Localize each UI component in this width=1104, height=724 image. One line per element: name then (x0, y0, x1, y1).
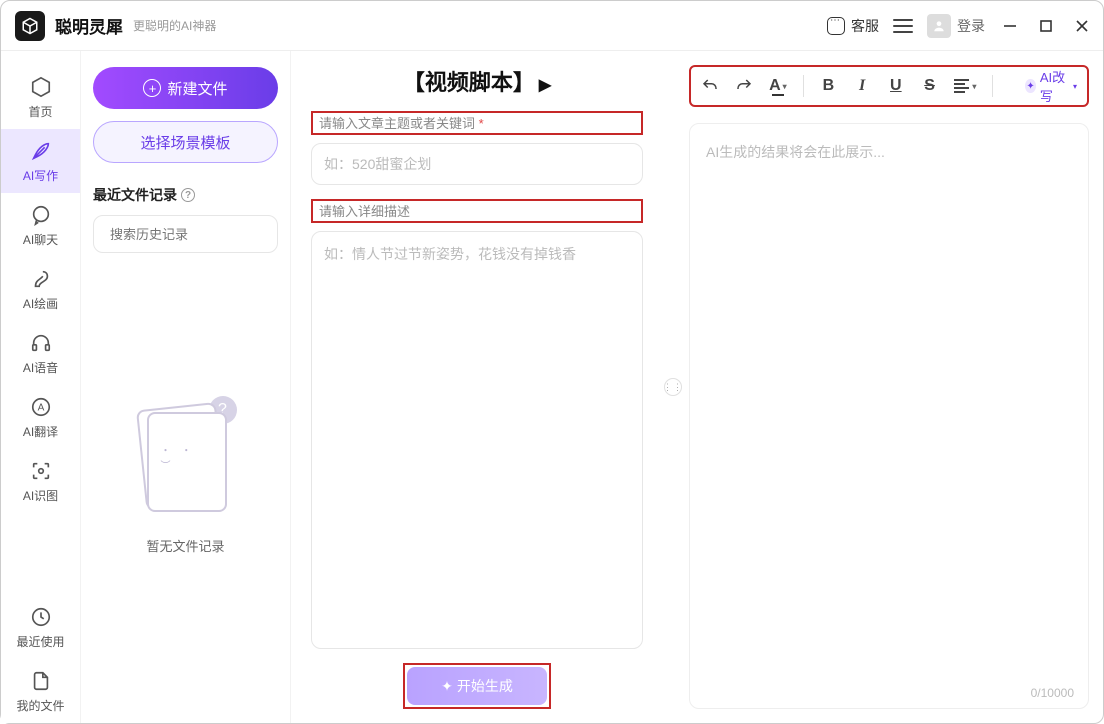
bold-button[interactable]: B (820, 75, 838, 97)
toolbar-divider (803, 75, 804, 97)
play-icon[interactable]: ▶ (539, 77, 551, 94)
customer-service-label: 客服 (851, 16, 879, 36)
sidebar-item-myfiles[interactable]: 我的文件 (1, 659, 80, 723)
close-button[interactable] (1075, 19, 1089, 33)
svg-text:A: A (37, 402, 44, 413)
sidebar-item-label: AI翻译 (23, 423, 58, 440)
minimize-button[interactable] (1003, 19, 1017, 33)
topic-input[interactable] (311, 143, 643, 185)
sidebar-item-label: 最近使用 (16, 633, 64, 650)
highlight-label2: 请输入详细描述 (311, 199, 643, 223)
sidebar-item-label: AI绘画 (23, 295, 58, 312)
new-file-button[interactable]: + 新建文件 (93, 67, 278, 109)
chat-icon (29, 203, 53, 227)
editor-toolbar: A▾ B I U S ▾ ✦ AI改写 ▾ (689, 65, 1089, 107)
required-mark: * (479, 116, 484, 131)
choose-template-label: 选择场景模板 (140, 132, 230, 153)
highlight-generate: ✦ 开始生成 (403, 663, 551, 709)
titlebar: 聪明灵犀 更聪明的AI神器 客服 登录 (1, 1, 1103, 51)
app-subtitle: 更聪明的AI神器 (133, 17, 216, 34)
result-area[interactable]: AI生成的结果将会在此展示... 0/10000 (689, 123, 1089, 709)
main-panel: 【视频脚本】▶ 请输入文章主题或者关键词 * 请输入详细描述 ✦ 开始生成 (291, 51, 663, 723)
new-file-label: 新建文件 (167, 78, 227, 99)
undo-button[interactable] (701, 75, 719, 97)
sidebar-item-label: 我的文件 (16, 697, 64, 714)
strikethrough-button[interactable]: S (921, 75, 939, 97)
underline-button[interactable]: U (887, 75, 905, 97)
recent-files-header: 最近文件记录 ? (93, 185, 278, 205)
detail-label: 请输入详细描述 (319, 204, 410, 219)
clock-icon (29, 605, 53, 629)
empty-state: ? ・ ・︶ 暂无文件记录 (93, 253, 278, 707)
panel-resize-handle[interactable]: ⋮⋮ (663, 51, 683, 723)
search-input[interactable] (110, 227, 286, 242)
redo-button[interactable] (735, 75, 753, 97)
menu-button[interactable] (893, 15, 913, 37)
sidebar-item-vision[interactable]: AI识图 (1, 449, 80, 513)
sidebar-item-writing[interactable]: AI写作 (1, 129, 80, 193)
left-panel: + 新建文件 选择场景模板 最近文件记录 ? ? ・ ・︶ 暂无文件记录 (81, 51, 291, 723)
ai-rewrite-label: AI改写 (1040, 67, 1069, 105)
toolbar-divider (992, 75, 993, 97)
topic-label: 请输入文章主题或者关键词 (319, 116, 475, 131)
generate-label: 开始生成 (457, 676, 513, 696)
sidebar-item-translate[interactable]: A AI翻译 (1, 385, 80, 449)
sidebar-item-label: AI聊天 (23, 231, 58, 248)
generate-button[interactable]: ✦ 开始生成 (407, 667, 547, 705)
sidebar-item-label: AI语音 (23, 359, 58, 376)
customer-service-button[interactable]: 客服 (827, 16, 879, 36)
choose-template-button[interactable]: 选择场景模板 (93, 121, 278, 163)
search-history-box[interactable] (93, 215, 278, 253)
page-title: 【视频脚本】 (403, 70, 535, 95)
sidebar-item-label: AI写作 (23, 167, 58, 184)
login-label: 登录 (957, 16, 985, 36)
sparkle-icon: ✦ (441, 678, 453, 695)
sidebar-item-label: 首页 (28, 103, 52, 120)
app-title: 聪明灵犀 (55, 13, 123, 38)
help-icon[interactable]: ? (181, 188, 195, 202)
headphones-icon (29, 331, 53, 355)
plus-circle-icon: + (143, 79, 161, 97)
sidebar: 首页 AI写作 AI聊天 AI绘画 AI语音 A AI翻译 AI识图 (1, 51, 81, 723)
app-logo (15, 11, 45, 41)
sidebar-item-recent[interactable]: 最近使用 (1, 595, 80, 659)
char-counter: 0/10000 (1031, 686, 1074, 700)
text-color-button[interactable]: A▾ (769, 75, 787, 97)
chat-bubble-icon (827, 17, 845, 35)
sidebar-item-home[interactable]: 首页 (1, 65, 80, 129)
window-controls (1003, 19, 1089, 33)
drag-dots-icon: ⋮⋮ (664, 378, 682, 396)
ai-sparkle-icon: ✦ (1025, 79, 1036, 93)
scan-icon (29, 459, 53, 483)
hexagon-icon (29, 75, 53, 99)
login-button[interactable]: 登录 (927, 14, 985, 38)
avatar-icon (927, 14, 951, 38)
align-button[interactable]: ▾ (954, 75, 976, 97)
sidebar-item-voice[interactable]: AI语音 (1, 321, 80, 385)
detail-textarea[interactable] (311, 231, 643, 649)
ai-rewrite-button[interactable]: ✦ AI改写 ▾ (1025, 67, 1077, 105)
right-panel: A▾ B I U S ▾ ✦ AI改写 ▾ AI生成的结果将会在此展示... 0… (683, 51, 1103, 723)
sidebar-item-label: AI识图 (23, 487, 58, 504)
maximize-button[interactable] (1039, 19, 1053, 33)
brush-icon (29, 267, 53, 291)
italic-button[interactable]: I (853, 75, 871, 97)
highlight-label1: 请输入文章主题或者关键词 * (311, 111, 643, 135)
empty-illustration: ? ・ ・︶ (141, 406, 231, 516)
result-placeholder: AI生成的结果将会在此展示... (706, 144, 885, 160)
sidebar-item-draw[interactable]: AI绘画 (1, 257, 80, 321)
page-title-row: 【视频脚本】▶ (311, 65, 643, 97)
file-icon (29, 669, 53, 693)
sidebar-item-chat[interactable]: AI聊天 (1, 193, 80, 257)
recent-files-label: 最近文件记录 (93, 185, 177, 205)
translate-icon: A (29, 395, 53, 419)
empty-text: 暂无文件记录 (146, 536, 224, 555)
feather-icon (29, 139, 53, 163)
